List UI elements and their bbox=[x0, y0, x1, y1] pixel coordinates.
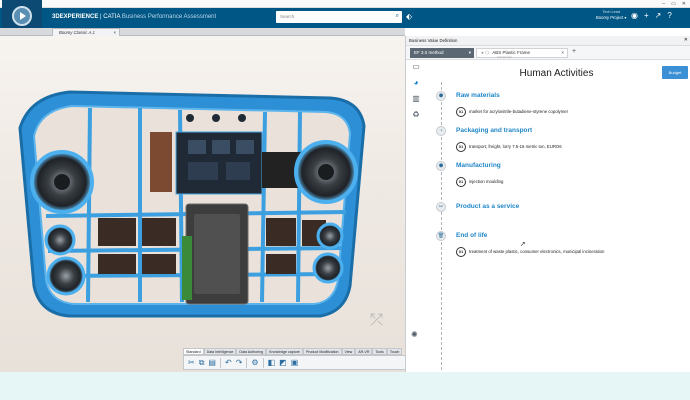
speaker-right-small-2 bbox=[312, 252, 344, 284]
stage-name[interactable]: Product as a service bbox=[456, 203, 519, 210]
stage-icon: ⬢ bbox=[436, 91, 446, 101]
chevron-down-icon: ▾ bbox=[468, 50, 471, 55]
close-tab-icon[interactable]: × bbox=[113, 30, 116, 35]
lightbulb-icon[interactable]: ✺ bbox=[411, 330, 418, 339]
paste-icon[interactable]: ▤ bbox=[208, 358, 216, 367]
activity-label: injection moulding bbox=[469, 179, 504, 185]
help-icon[interactable]: ? bbox=[667, 11, 671, 20]
stage-icon: 🗑 bbox=[436, 231, 446, 241]
document-tab-bar: Boomy Classic A.1 × bbox=[0, 28, 405, 36]
stage-activity[interactable]: 01 market for acrylonitrile-butadiene-sty… bbox=[456, 103, 568, 121]
stage-activity[interactable]: 01 treatment of waste plastic, consumer e… bbox=[456, 243, 604, 261]
stage-name[interactable]: Raw materials bbox=[456, 92, 500, 99]
tag-icon[interactable]: ⬖ bbox=[406, 12, 412, 21]
module-brown bbox=[150, 132, 172, 192]
stage-icon: ⬢ bbox=[436, 161, 446, 171]
minimize-button[interactable]: – bbox=[662, 0, 665, 8]
undo-icon[interactable]: ↶ bbox=[225, 358, 232, 367]
toolbar-divider bbox=[219, 357, 221, 368]
activity-label: market for acrylonitrile-butadiene-styre… bbox=[469, 109, 569, 115]
pcb-board bbox=[182, 236, 192, 300]
actionbar-tab[interactable]: AR-VR bbox=[355, 348, 373, 355]
measure-icon[interactable]: ◧ bbox=[268, 358, 276, 367]
panel-title: Business Value Definition ✕ bbox=[406, 36, 690, 46]
stage-icon: ◔ bbox=[436, 126, 446, 136]
user-profile[interactable]: Tech Lead Boomy Project ▾ bbox=[596, 10, 627, 20]
cell-5 bbox=[266, 218, 296, 246]
app-window: 3DEXPERIENCE – ▭ ✕ 3DEXPERIENCE | CATIA … bbox=[0, 0, 690, 372]
activity-label: treatment of waste plastic, consumer ele… bbox=[469, 249, 605, 255]
product-model bbox=[18, 90, 366, 318]
cell-2 bbox=[142, 218, 176, 246]
maximize-button[interactable]: ▭ bbox=[671, 0, 676, 8]
app-brand: 3DEXPERIENCE | CATIA Business Performanc… bbox=[52, 14, 217, 20]
stage-name[interactable]: Manufacturing bbox=[456, 162, 501, 169]
panel-tab-bar: EF 3.0 method ▾ ◂ ⬡ ABS Plastic Frame Comp… bbox=[406, 46, 690, 60]
activity-label: transport, freight, lorry 7.5-16 metric … bbox=[469, 144, 562, 150]
mouse-cursor-icon: ➚ bbox=[520, 241, 526, 248]
speaker-left-small-2 bbox=[46, 256, 86, 296]
play-icon bbox=[20, 12, 26, 20]
business-value-panel: Business Value Definition ✕ EF 3.0 metho… bbox=[405, 36, 690, 372]
search-input[interactable]: Search ⌕ bbox=[276, 11, 402, 23]
copy-icon[interactable]: ⧉ bbox=[199, 358, 205, 368]
app-header: 3DEXPERIENCE | CATIA Business Performanc… bbox=[0, 8, 690, 28]
share-icon[interactable]: ↗ bbox=[655, 11, 662, 20]
stage-activity[interactable]: 01 transport, freight, lorry 7.5-16 metri… bbox=[456, 138, 562, 156]
action-bar-tools: ✂ ⧉ ▤ ↶ ↷ ⚙ ◧ ◩ ▣ bbox=[183, 355, 425, 370]
avatar-icon[interactable]: ◉ bbox=[631, 11, 638, 20]
stage-activity[interactable]: 01 injection moulding bbox=[456, 173, 503, 191]
component-icon: ⬡ bbox=[485, 50, 490, 55]
recycle-icon[interactable]: ♻ bbox=[412, 110, 419, 119]
quantity-badge: 01 bbox=[456, 246, 466, 257]
toolbar-divider bbox=[262, 357, 264, 368]
cell-4 bbox=[142, 254, 176, 274]
3d-viewport[interactable]: ⤱ bbox=[0, 36, 405, 372]
add-tab-button[interactable]: + bbox=[572, 48, 576, 55]
budget-button[interactable]: Budget bbox=[662, 66, 688, 79]
assembly-icon[interactable]: ▣ bbox=[291, 358, 299, 367]
search-icon[interactable]: ⌕ bbox=[396, 13, 399, 20]
actionbar-tab[interactable]: Data Intelligence bbox=[203, 348, 237, 355]
cut-icon[interactable]: ✂ bbox=[188, 358, 195, 367]
actionbar-tab[interactable]: Tools bbox=[372, 348, 387, 355]
arrow-left-icon: ◂ bbox=[481, 50, 484, 55]
toolbar-divider bbox=[246, 357, 248, 368]
actionbar-tab[interactable]: Data Authoring bbox=[236, 348, 267, 355]
stage-icon: ✂ bbox=[436, 202, 446, 212]
close-window-button[interactable]: ✕ bbox=[682, 0, 686, 8]
os-titlebar: 3DEXPERIENCE – ▭ ✕ bbox=[0, 0, 690, 8]
close-tab-icon[interactable]: × bbox=[561, 50, 564, 55]
tab-abs-plastic-frame[interactable]: ◂ ⬡ ABS Plastic Frame Component × bbox=[476, 48, 568, 59]
redo-icon[interactable]: ↷ bbox=[236, 358, 243, 367]
quantity-badge: 01 bbox=[456, 176, 466, 187]
actionbar-tab[interactable]: Touch bbox=[386, 348, 403, 355]
document-tab[interactable]: Boomy Classic A.1 × bbox=[52, 28, 120, 36]
human-activities-icon[interactable]: ◕ bbox=[414, 78, 419, 87]
speaker-left-small-1 bbox=[44, 224, 76, 256]
quantity-badge: 01 bbox=[456, 106, 466, 117]
cell-1 bbox=[98, 218, 136, 246]
compass-gizmo-icon[interactable]: ⤱ bbox=[370, 312, 383, 330]
settings-icon[interactable]: ⚙ bbox=[251, 358, 258, 367]
stage-name[interactable]: Packaging and transport bbox=[456, 127, 532, 134]
cell-6 bbox=[266, 254, 296, 274]
action-bar: Standard Data Intelligence Data Authoring K… bbox=[183, 348, 425, 372]
cell-3 bbox=[98, 254, 136, 274]
actionbar-tab[interactable]: Standard bbox=[183, 348, 204, 355]
page-title: Human Activities bbox=[519, 68, 594, 79]
actionbar-tab[interactable]: View bbox=[341, 348, 356, 355]
bar-chart-icon[interactable]: ▥ bbox=[412, 94, 420, 103]
close-panel-icon[interactable]: ✕ bbox=[684, 37, 688, 43]
actionbar-tab[interactable]: Product Modification bbox=[302, 348, 342, 355]
quantity-badge: 01 bbox=[456, 141, 466, 152]
add-icon[interactable]: + bbox=[644, 11, 649, 20]
speaker-right-small-1 bbox=[316, 222, 344, 250]
method-select[interactable]: EF 3.0 method ▾ bbox=[410, 48, 474, 58]
actionbar-tab[interactable]: Knowledge capture bbox=[266, 348, 303, 355]
stage-name[interactable]: End of life bbox=[456, 232, 487, 239]
sketch-icon[interactable]: ◩ bbox=[279, 358, 287, 367]
